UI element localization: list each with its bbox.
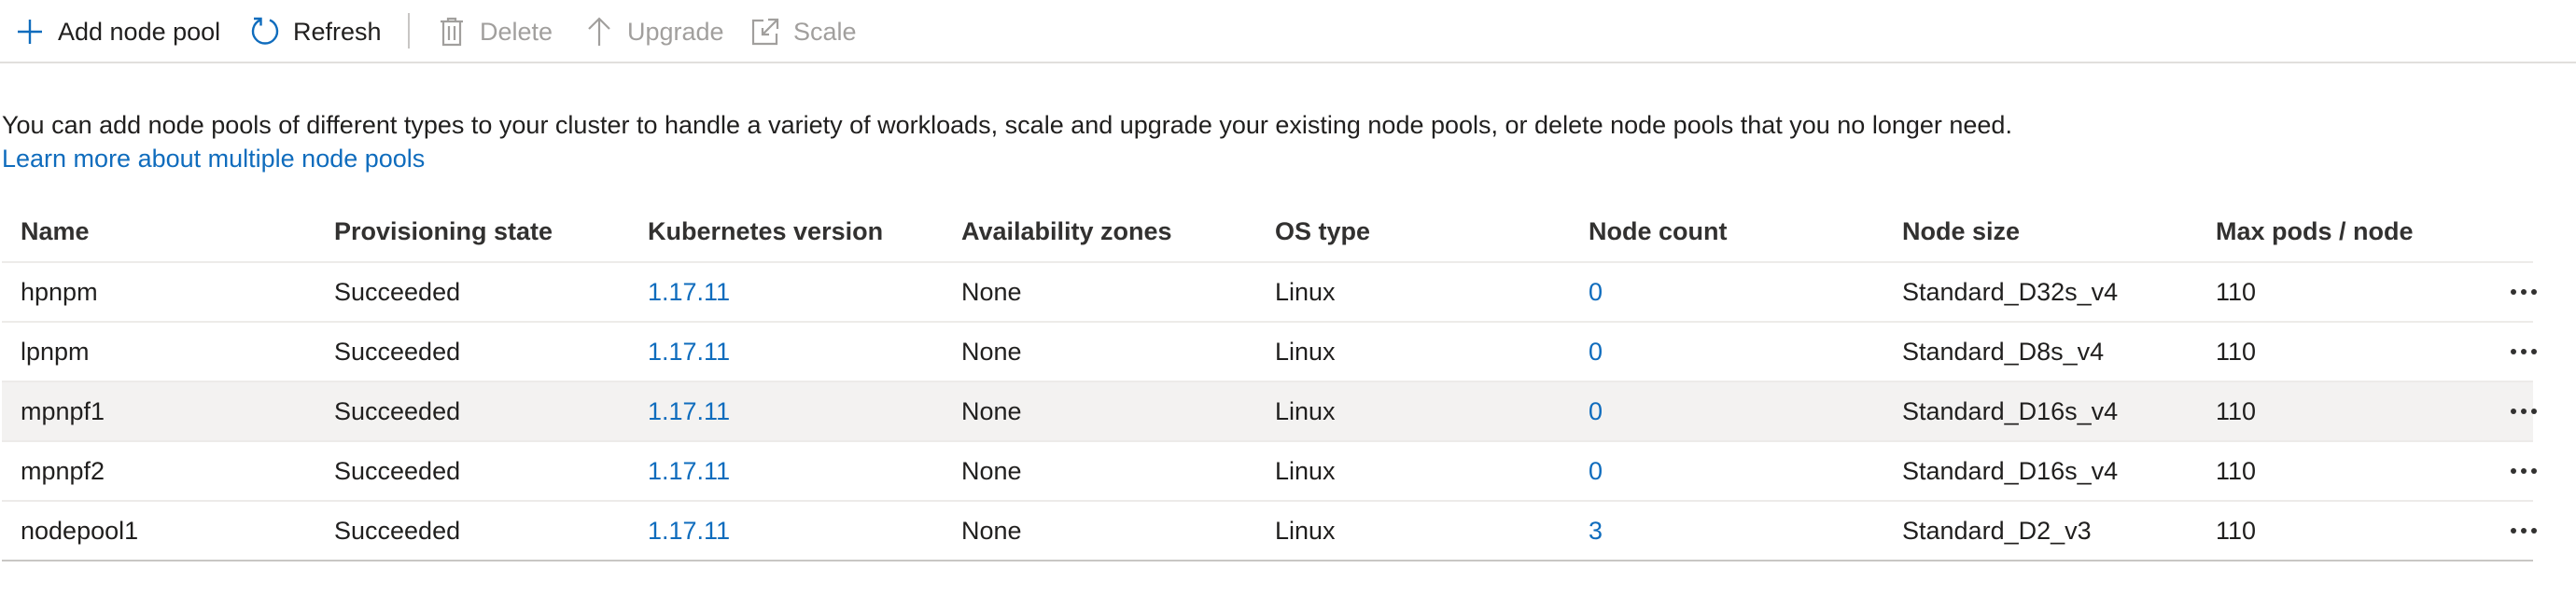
more-icon[interactable] [2503,382,2544,440]
cell-availability-zones: None [961,277,1022,306]
refresh-label: Refresh [293,17,382,46]
cell-max-pods: 110 [2216,337,2257,366]
cell-provisioning-state: Succeeded [334,516,461,545]
column-header-availability-zones[interactable]: Availability zones [961,201,1172,261]
column-header-provisioning-state[interactable]: Provisioning state [334,201,553,261]
column-header-kubernetes-version[interactable]: Kubernetes version [648,201,883,261]
cell-kubernetes-version-link[interactable]: 1.17.11 [648,442,730,500]
delete-button[interactable]: Delete [435,11,553,52]
table-row[interactable]: hpnpm Succeeded 1.17.11 None Linux 0 Sta… [2,263,2537,323]
cell-kubernetes-version-link[interactable]: 1.17.11 [648,323,730,381]
cell-kubernetes-version-link[interactable]: 1.17.11 [648,382,730,440]
refresh-icon [248,15,282,49]
cell-max-pods: 110 [2216,516,2257,545]
cell-os-type: Linux [1275,516,1336,545]
add-node-pool-button[interactable]: Add node pool [13,11,220,52]
cell-provisioning-state: Succeeded [334,396,461,425]
column-header-os-type[interactable]: OS type [1275,201,1370,261]
cell-name: lpnpm [21,337,90,366]
cell-node-size: Standard_D16s_v4 [1902,456,2119,485]
description-text: You can add node pools of different type… [2,111,2012,139]
cell-availability-zones: None [961,456,1022,485]
scale-label: Scale [793,17,857,46]
toolbar-divider [408,13,410,49]
trash-icon [435,15,469,49]
more-icon[interactable] [2503,442,2544,500]
cell-os-type: Linux [1275,277,1336,306]
cell-max-pods: 110 [2216,396,2257,425]
cell-name: nodepool1 [21,516,139,545]
upgrade-button[interactable]: Upgrade [582,11,724,52]
add-node-pool-label: Add node pool [58,17,221,46]
learn-more-link[interactable]: Learn more about multiple node pools [2,142,425,175]
column-header-name[interactable]: Name [21,201,90,261]
cell-node-count-link[interactable]: 3 [1589,502,1603,560]
cell-name: mpnpf2 [21,456,105,485]
cell-provisioning-state: Succeeded [334,456,461,485]
cell-availability-zones: None [961,516,1022,545]
delete-label: Delete [480,17,553,46]
table-row[interactable]: nodepool1 Succeeded 1.17.11 None Linux 3… [2,502,2537,561]
cell-provisioning-state: Succeeded [334,337,461,366]
cell-os-type: Linux [1275,396,1336,425]
command-bar: Add node pool Refresh Delete Upgrade Sca… [0,0,2576,63]
cell-node-count-link[interactable]: 0 [1589,323,1603,381]
column-header-node-count[interactable]: Node count [1589,201,1728,261]
table-row[interactable]: lpnpm Succeeded 1.17.11 None Linux 0 Sta… [2,323,2537,382]
refresh-button[interactable]: Refresh [248,11,382,52]
cell-kubernetes-version-link[interactable]: 1.17.11 [648,263,730,321]
cell-node-size: Standard_D8s_v4 [1902,337,2105,366]
cell-name: hpnpm [21,277,98,306]
upgrade-label: Upgrade [627,17,724,46]
column-header-max-pods[interactable]: Max pods / node [2216,201,2414,261]
cell-max-pods: 110 [2216,456,2257,485]
cell-name: mpnpf1 [21,396,105,425]
cell-availability-zones: None [961,337,1022,366]
cell-node-count-link[interactable]: 0 [1589,382,1603,440]
table-header: Name Provisioning state Kubernetes versi… [2,201,2533,263]
cell-node-size: Standard_D2_v3 [1902,516,2092,545]
arrow-up-icon [582,15,616,49]
node-pools-table: Name Provisioning state Kubernetes versi… [2,201,2537,561]
cell-provisioning-state: Succeeded [334,277,461,306]
column-header-node-size[interactable]: Node size [1902,201,2020,261]
cell-availability-zones: None [961,396,1022,425]
cell-node-count-link[interactable]: 0 [1589,442,1603,500]
cell-max-pods: 110 [2216,277,2257,306]
cell-os-type: Linux [1275,337,1336,366]
table-row[interactable]: mpnpf1 Succeeded 1.17.11 None Linux 0 St… [2,382,2537,442]
plus-icon [13,15,47,49]
cell-kubernetes-version-link[interactable]: 1.17.11 [648,502,730,560]
cell-node-size: Standard_D16s_v4 [1902,396,2119,425]
more-icon[interactable] [2503,502,2544,560]
cell-node-size: Standard_D32s_v4 [1902,277,2119,306]
table-row[interactable]: mpnpf2 Succeeded 1.17.11 None Linux 0 St… [2,442,2537,502]
scale-icon [749,15,782,49]
more-icon[interactable] [2503,323,2544,381]
cell-os-type: Linux [1275,456,1336,485]
scale-button[interactable]: Scale [749,11,857,52]
cell-node-count-link[interactable]: 0 [1589,263,1603,321]
more-icon[interactable] [2503,263,2544,321]
